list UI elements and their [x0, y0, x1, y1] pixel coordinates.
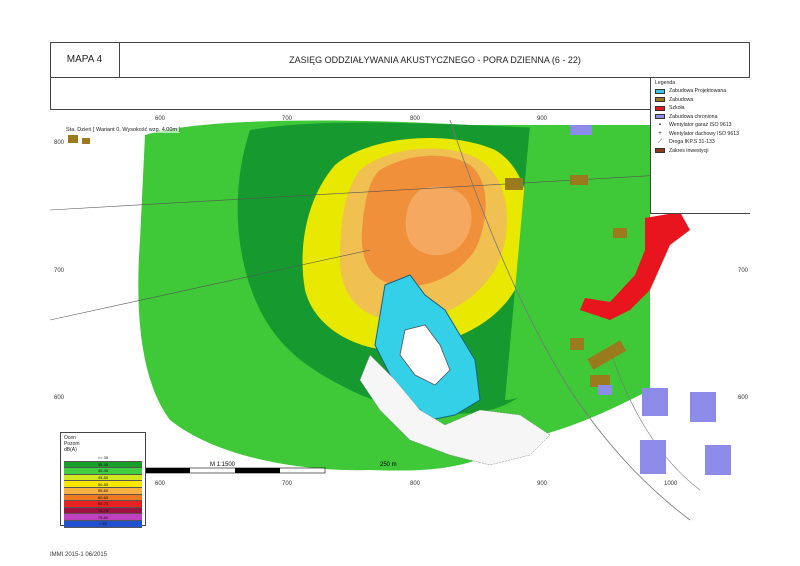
legend-symbol-icon: +	[658, 130, 662, 137]
axis-tick-label: 700	[282, 481, 293, 487]
legend-swatch	[655, 105, 665, 111]
axis-tick-label: 800	[410, 116, 421, 122]
noise-scale-row: 60-65	[64, 494, 142, 502]
header-band	[50, 78, 750, 110]
map-title: ZASIĘG ODDZIAŁYWANIA AKUSTYCZNEGO - PORA…	[120, 42, 750, 78]
noise-scale-row: 65-70	[64, 501, 142, 508]
legend-item: ▪ Wentylator garaż ISO 9613	[655, 121, 746, 130]
noise-scale-row: 35-40	[64, 461, 142, 469]
noise-scale-row: > 80	[64, 520, 142, 528]
noise-scale-row: 70-75	[64, 507, 142, 515]
map-sublabel: Sta. Dzień [ Wariant 0, Wysokość wzg. 4.…	[66, 127, 181, 133]
legend-label: Zakres inwestycji	[669, 147, 709, 154]
legend-label: Zabudowa chroniona	[669, 113, 718, 120]
legend-item: Zakres inwestycji	[655, 147, 746, 156]
legend-label: Zabudowa Projektowana	[669, 88, 727, 95]
axis-tick-label: 600	[54, 395, 65, 401]
noise-scale-row: 75-80	[64, 514, 142, 521]
axis-tick-label: 600	[155, 116, 166, 122]
legend-symbol-icon: ⟋	[657, 138, 663, 145]
scale-text: M 1:1500	[210, 462, 236, 468]
legend-swatch	[655, 148, 665, 154]
legend-item: Zabudowa Projektowana	[655, 87, 746, 96]
legend-panel: Legenda Zabudowa Projektowana Zabudowa Szk…	[650, 78, 750, 214]
legend-label: Wentylator dachowy ISO 9613	[669, 130, 739, 137]
axis-tick-label: 900	[537, 116, 548, 122]
scale-distance: 250 m	[380, 462, 397, 468]
axis-tick-label: 700	[282, 116, 293, 122]
noise-map[interactable]: M 1:1500 250 m	[50, 110, 750, 528]
axis-tick-label: 700	[738, 268, 749, 274]
noise-scale-title-3: dB(A)	[64, 447, 77, 453]
axis-tick-label: 600	[738, 395, 749, 401]
legend-swatch	[655, 114, 665, 120]
legend-swatch	[655, 97, 665, 103]
noise-scale-row: <= 35	[64, 455, 142, 462]
footer-version: IMMI 2015-1 06/2015	[50, 552, 108, 558]
axis-tick-label: 800	[54, 140, 65, 146]
map-number: MAPA 4	[50, 42, 120, 78]
legend-item: + Wentylator dachowy ISO 9613	[655, 130, 746, 139]
legend-label: Wentylator garaż ISO 9613	[669, 122, 732, 129]
legend-label: Droga IKP.S 31-133	[669, 139, 715, 146]
legend-symbol-icon: ▪	[658, 122, 662, 129]
legend-swatch	[655, 88, 665, 94]
axis-tick-label: 900	[537, 481, 548, 487]
legend-label: Szkoła	[669, 105, 685, 112]
legend-item: Zabudowa chroniona	[655, 113, 746, 122]
noise-scale-row: 45-50	[64, 474, 142, 482]
legend-item: Szkoła	[655, 104, 746, 113]
noise-scale-row: 55-60	[64, 487, 142, 495]
axis-tick-label: 800	[410, 481, 421, 487]
legend-label: Zabudowa	[669, 96, 694, 103]
axis-tick-label: 600	[155, 481, 166, 487]
axis-tick-label: 700	[54, 268, 65, 274]
axis-tick-label: 1000	[664, 481, 678, 487]
noise-scale-legend: Ocen Pozom dB(A) <= 35 35-40 40-45 45-50 50-…	[60, 432, 146, 528]
legend-title: Legenda	[655, 80, 676, 86]
legend-item: ⟋ Droga IKP.S 31-133	[655, 138, 746, 147]
legend-item: Zabudowa	[655, 96, 746, 105]
noise-scale-row: 50-55	[64, 481, 142, 488]
noise-scale-row: 40-45	[64, 468, 142, 475]
